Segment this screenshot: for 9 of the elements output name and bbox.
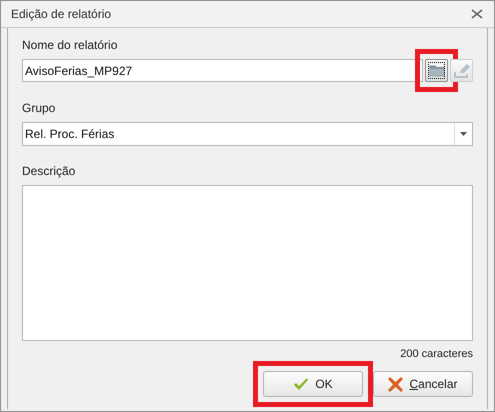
- field-label: Grupo: [22, 101, 56, 115]
- window-title: Edição de relatório: [11, 6, 112, 23]
- group-dropdown[interactable]: Rel. Proc. Férias: [22, 122, 473, 146]
- ok-button[interactable]: OK: [263, 371, 363, 397]
- report-name-field[interactable]: AvisoFerias_MP927: [22, 59, 423, 82]
- cancel-button[interactable]: Cancelar: [373, 371, 473, 397]
- field-label: Descrição: [22, 164, 76, 178]
- field-label: Nome do relatório: [22, 38, 118, 52]
- character-counter: 200 caracteres: [400, 346, 473, 362]
